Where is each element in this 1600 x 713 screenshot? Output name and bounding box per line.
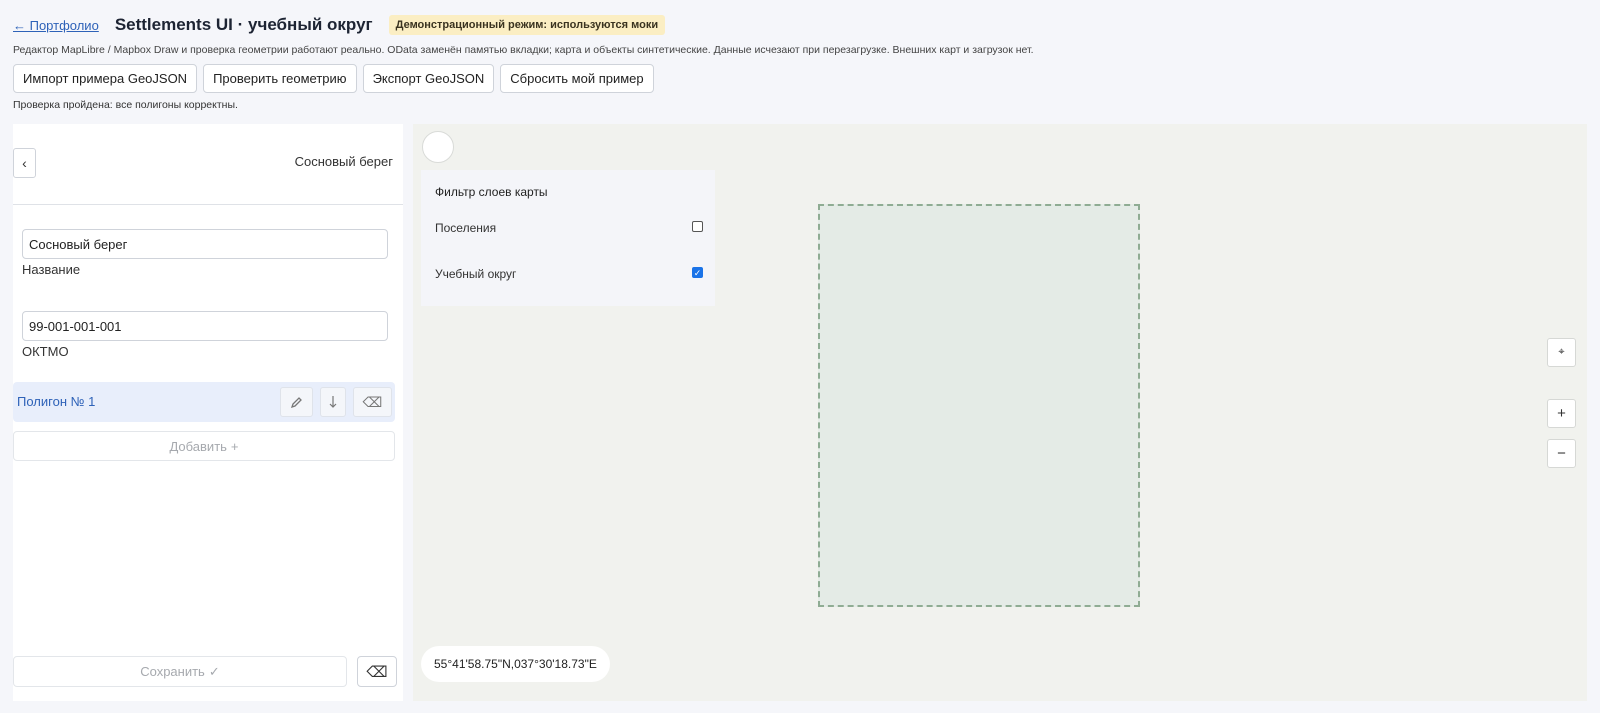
delete-settlement-button[interactable]: ⌫ [357, 656, 397, 687]
layer-row-settlements[interactable]: Поселения [435, 221, 703, 235]
edit-polygon-button[interactable] [280, 387, 313, 417]
page-title: Settlements UI · учебный округ [114, 15, 373, 34]
page-description: Редактор MapLibre / Mapbox Draw и провер… [13, 44, 1034, 56]
layer-label: Учебный округ [435, 267, 517, 281]
add-polygon-button[interactable]: Добавить + [13, 431, 395, 461]
check-icon: ✓ [208, 663, 220, 679]
demo-mode-badge: Демонстрационный режим: используются мок… [388, 15, 666, 35]
zoom-out-icon: − [1557, 445, 1566, 462]
name-input[interactable] [22, 229, 388, 259]
pencil-icon [290, 396, 302, 408]
polygon-list-item[interactable]: Полигон № 1 ⌫ [13, 382, 395, 422]
arrow-down-icon [329, 396, 337, 408]
oktmo-input[interactable] [22, 311, 388, 341]
zoom-in-button[interactable]: + [1547, 399, 1576, 428]
validate-geometry-button[interactable]: Проверить геометрию [203, 64, 357, 93]
export-geojson-button[interactable]: Экспорт GeoJSON [362, 64, 495, 93]
name-field-group: Название [22, 229, 388, 277]
toolbar: Импорт примера GeoJSON Проверить геометр… [13, 64, 654, 93]
delete-polygon-button[interactable]: ⌫ [353, 387, 392, 417]
name-label: Название [22, 262, 81, 277]
oktmo-field-group: ОКТМО [22, 311, 388, 359]
layer-label: Поселения [435, 221, 497, 235]
panel-title: Сосновый берег [294, 154, 393, 169]
compass-icon: ⌖ [1558, 346, 1565, 358]
layer-filter-title: Фильтр слоев карты [435, 185, 548, 199]
save-button[interactable]: Сохранить ✓ [13, 656, 347, 687]
validation-status: Проверка пройдена: все полигоны корректн… [13, 99, 238, 111]
zoom-in-icon: + [1557, 405, 1566, 422]
oktmo-label: ОКТМО [22, 344, 69, 359]
add-label: Добавить [169, 438, 227, 454]
map-canvas[interactable]: Фильтр слоев карты Поселения Учебный окр… [413, 124, 1587, 701]
map-draw-control[interactable] [422, 131, 454, 163]
layer-checkbox-district[interactable]: ✓ [692, 267, 703, 278]
plus-icon: + [230, 438, 239, 454]
zoom-out-button[interactable]: − [1547, 439, 1576, 468]
back-to-portfolio-link[interactable]: ← Портфолио [13, 18, 99, 33]
layer-filter-panel: Фильтр слоев карты Поселения Учебный окр… [421, 170, 715, 306]
layer-row-district[interactable]: Учебный округ ✓ [435, 267, 703, 281]
save-label: Сохранить [140, 664, 205, 679]
backspace-icon: ⌫ [366, 663, 388, 681]
polygon-label: Полигон № 1 [17, 394, 96, 409]
coordinates-readout: 55°41'58.75"N,037°30'18.73"E [421, 646, 610, 682]
import-geojson-button[interactable]: Импорт примера GeoJSON [13, 64, 198, 93]
settlement-editor-panel: ‹ Сосновый берег Название ОКТМО Полигон … [13, 124, 403, 701]
header: ← Портфолио Settlements UI · учебный окр… [13, 14, 666, 36]
reset-example-button[interactable]: Сбросить мой пример [500, 64, 654, 93]
map-polygon[interactable] [818, 204, 1140, 607]
layer-checkbox-settlements[interactable] [692, 221, 703, 232]
panel-header: ‹ Сосновый берег [13, 124, 403, 205]
chevron-left-icon: ‹ [22, 155, 27, 171]
backspace-icon: ⌫ [362, 393, 383, 410]
move-down-button[interactable] [320, 387, 346, 417]
compass-button[interactable]: ⌖ [1547, 338, 1576, 367]
panel-back-button[interactable]: ‹ [13, 148, 36, 178]
